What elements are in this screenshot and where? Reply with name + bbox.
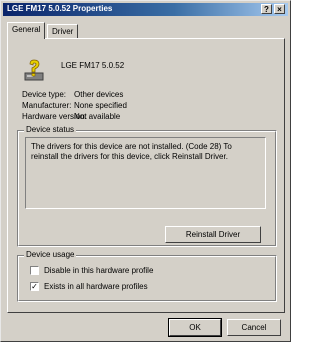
window-title: LGE FM17 5.0.52 Properties: [7, 4, 113, 13]
hardware-version-value: Not available: [74, 112, 121, 121]
device-status-title: Device status: [24, 125, 77, 134]
device-type-label: Device type:: [22, 90, 67, 99]
device-type-value: Other devices: [74, 90, 124, 99]
ok-button[interactable]: OK: [168, 318, 222, 337]
exists-all-profiles-label[interactable]: Exists in all hardware profiles: [44, 282, 148, 291]
close-button[interactable]: ×: [274, 4, 285, 14]
tab-driver[interactable]: Driver: [47, 24, 79, 38]
unknown-device-icon: [24, 59, 44, 81]
help-button[interactable]: ?: [261, 4, 272, 14]
disable-profile-label[interactable]: Disable in this hardware profile: [44, 266, 153, 275]
device-status-text: The drivers for this device are not inst…: [25, 137, 266, 209]
manufacturer-value: None specified: [74, 101, 127, 110]
manufacturer-label: Manufacturer:: [22, 101, 72, 110]
device-usage-group: Device usage Disable in this hardware pr…: [17, 250, 277, 302]
cancel-button[interactable]: Cancel: [227, 319, 281, 336]
tab-general[interactable]: General: [7, 22, 46, 39]
exists-all-profiles-checkbox[interactable]: ✓: [30, 282, 39, 291]
properties-dialog: LGE FM17 5.0.52 Properties ? × General D…: [0, 0, 291, 342]
title-bar[interactable]: LGE FM17 5.0.52 Properties ? ×: [3, 3, 288, 16]
device-name: LGE FM17 5.0.52: [61, 61, 125, 70]
device-status-group: Device status The drivers for this devic…: [17, 125, 277, 247]
disable-profile-checkbox[interactable]: [30, 266, 39, 275]
reinstall-driver-button[interactable]: Reinstall Driver: [165, 226, 261, 243]
device-usage-title: Device usage: [24, 250, 77, 259]
